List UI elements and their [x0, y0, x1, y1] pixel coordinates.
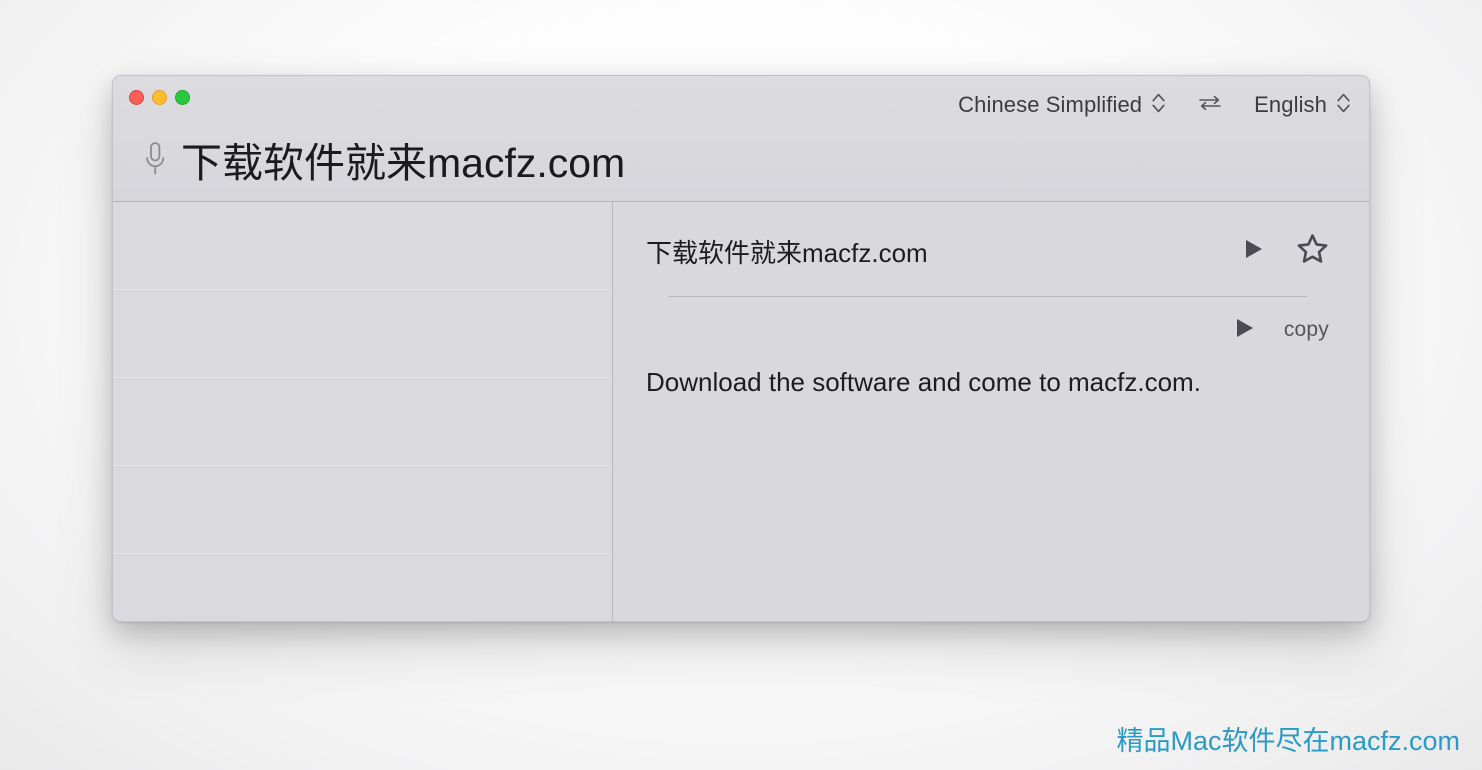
chevron-up-down-icon[interactable]	[1336, 90, 1351, 121]
microphone-icon	[142, 139, 168, 188]
chevron-up-down-icon[interactable]	[1151, 90, 1166, 121]
result-text: Download the software and come to macfz.…	[646, 367, 1201, 397]
source-input[interactable]: 下载软件就来macfz.com	[181, 143, 625, 184]
swap-horizontal-icon	[1197, 93, 1223, 118]
source-actions	[1241, 232, 1329, 268]
list-item[interactable]	[113, 202, 612, 290]
play-result-button[interactable]	[1232, 317, 1258, 343]
translation-pane: 下载软件就来macfz.com copy Download the softwa…	[613, 202, 1369, 621]
list-item[interactable]	[113, 290, 612, 378]
list-item[interactable]	[113, 554, 612, 621]
favorite-button[interactable]	[1295, 234, 1329, 268]
source-input-row: 下载软件就来macfz.com	[113, 124, 1369, 202]
translator-window: Chinese Simplified English 下载软件就来macfz.c…	[112, 75, 1370, 622]
swap-languages-button[interactable]	[1194, 90, 1226, 120]
history-list[interactable]	[113, 202, 613, 621]
source-language-label: Chinese Simplified	[958, 92, 1143, 117]
microphone-button[interactable]	[135, 140, 175, 186]
minimize-button[interactable]	[152, 90, 167, 105]
source-text-block: 下载软件就来macfz.com	[646, 202, 1329, 278]
copy-button[interactable]: copy	[1284, 318, 1329, 342]
source-language-picker[interactable]: Chinese Simplified	[958, 90, 1166, 121]
source-text: 下载软件就来macfz.com	[646, 238, 928, 268]
result-text-block: copy Download the software and come to m…	[646, 297, 1329, 400]
list-item[interactable]	[113, 378, 612, 466]
window-controls	[129, 90, 190, 105]
target-language-picker[interactable]: English	[1254, 90, 1351, 121]
play-source-button[interactable]	[1241, 238, 1267, 264]
play-icon	[1234, 316, 1256, 345]
target-language-label: English	[1254, 92, 1327, 117]
close-button[interactable]	[129, 90, 144, 105]
window-body: 下载软件就来macfz.com copy Download the softwa…	[113, 202, 1369, 621]
result-actions: copy	[646, 313, 1329, 347]
play-icon	[1243, 237, 1265, 266]
watermark: 精品Mac软件尽在macfz.com	[1116, 726, 1460, 756]
maximize-button[interactable]	[175, 90, 190, 105]
title-bar: Chinese Simplified English 下载软件就来macfz.c…	[113, 76, 1369, 202]
star-outline-icon	[1296, 232, 1329, 270]
language-bar: Chinese Simplified English	[958, 88, 1351, 122]
list-item[interactable]	[113, 466, 612, 554]
